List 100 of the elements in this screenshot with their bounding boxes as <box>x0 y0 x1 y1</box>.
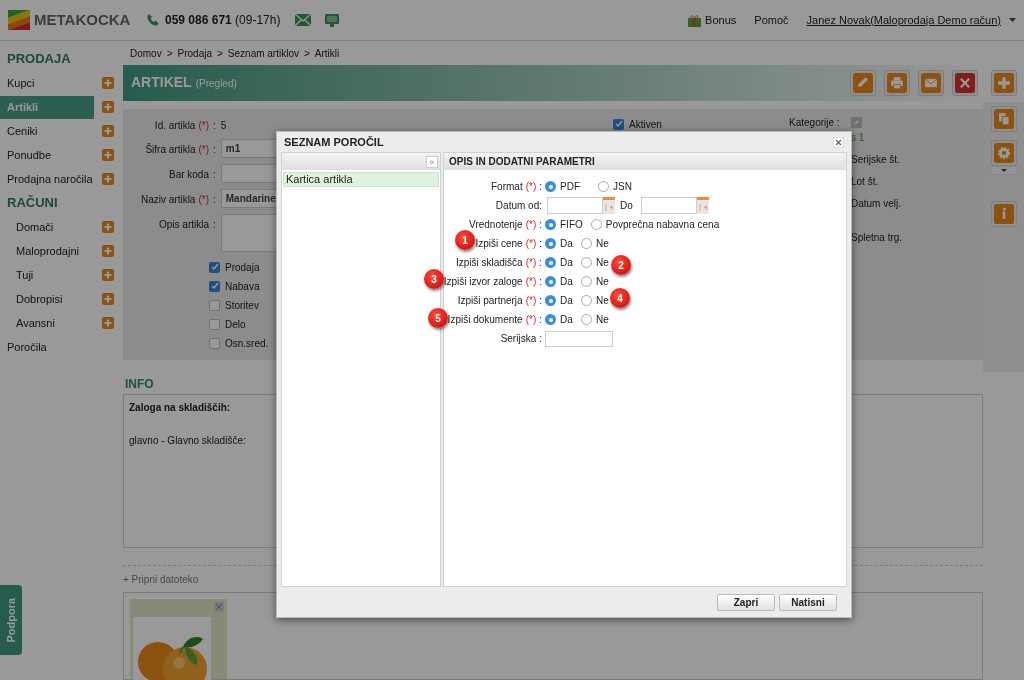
field-label: Kategorije : <box>789 115 841 130</box>
breadcrumb-link[interactable]: Artikli <box>314 45 340 61</box>
edit-icon[interactable] <box>851 116 862 128</box>
checkbox[interactable] <box>209 280 220 292</box>
sidebar-item[interactable]: Tuji <box>0 263 94 287</box>
field-label: Datum velj. <box>851 196 902 211</box>
checkbox[interactable] <box>209 337 220 349</box>
add-icon[interactable] <box>102 269 114 281</box>
radio-label: FIFO <box>560 218 583 232</box>
sidebar-item[interactable]: Domači <box>0 215 94 239</box>
sidebar-item[interactable]: Ceniki <box>0 119 94 143</box>
copy-button[interactable] <box>990 106 1017 132</box>
radio-button[interactable] <box>545 314 556 325</box>
field-label: Vrednotenje <box>469 218 523 232</box>
dialog-button[interactable]: Natisni <box>779 593 837 611</box>
radio-button[interactable] <box>581 257 592 268</box>
breadcrumb-separator: > <box>304 46 310 61</box>
date-field[interactable] <box>640 197 697 214</box>
sidebar-heading: RAČUNI <box>6 194 59 213</box>
checkbox[interactable] <box>209 299 220 311</box>
delete-button[interactable] <box>952 69 978 96</box>
add-icon[interactable] <box>102 245 114 257</box>
breadcrumb-link[interactable]: Prodaja <box>177 45 212 61</box>
field-label: Opis artikla <box>159 217 209 232</box>
edit-button[interactable] <box>850 69 876 96</box>
required-mark: (*) <box>525 218 537 232</box>
radio-button[interactable] <box>545 276 556 287</box>
field-label: Do <box>620 199 633 213</box>
radio-button[interactable] <box>545 181 556 192</box>
required-mark: (*) <box>198 118 209 133</box>
bonus-link[interactable]: Bonus <box>705 11 737 29</box>
checkbox[interactable] <box>209 261 220 273</box>
colon: : <box>539 256 542 270</box>
field-label: Bar koda <box>168 167 209 182</box>
add-icon[interactable] <box>102 149 114 161</box>
radio-button[interactable] <box>545 295 556 306</box>
caret-icon[interactable] <box>1009 18 1016 22</box>
calendar-icon[interactable] <box>603 197 615 214</box>
required-mark: (*) <box>525 294 537 308</box>
radio-label: Da <box>560 256 573 270</box>
radio-label: PDF <box>560 180 580 194</box>
breadcrumb-link[interactable]: Domov <box>130 45 162 61</box>
colon: : <box>213 142 216 157</box>
logo-icon[interactable] <box>8 10 30 30</box>
field-label: Lot št. <box>851 174 880 189</box>
sidebar-item[interactable]: Kupci <box>0 71 94 95</box>
colon: : <box>539 237 542 251</box>
radio-label: Da <box>560 313 573 327</box>
sidebar-item[interactable]: Avansni <box>0 311 94 335</box>
add-icon[interactable] <box>102 293 114 305</box>
input-field[interactable] <box>545 330 613 347</box>
help-link[interactable]: Pomoč <box>754 11 789 29</box>
radio-button[interactable] <box>590 219 602 230</box>
radio-button[interactable] <box>581 276 592 287</box>
date-field[interactable] <box>547 197 603 214</box>
report-item[interactable]: Kartica artikla <box>283 172 439 187</box>
radio-button[interactable] <box>545 238 556 249</box>
add-icon[interactable] <box>102 317 114 329</box>
collapse-button[interactable]: « <box>426 155 438 168</box>
sidebar-item[interactable]: Ponudbe <box>0 143 94 167</box>
info-button[interactable] <box>990 201 1017 227</box>
mail-icon[interactable] <box>295 14 312 26</box>
add-icon[interactable] <box>102 173 114 185</box>
checkbox[interactable] <box>613 118 624 130</box>
field-label: Serijska <box>500 332 537 346</box>
field-label: Id. artikla <box>154 118 196 133</box>
add-icon[interactable] <box>102 125 114 137</box>
monitor-icon[interactable] <box>325 13 340 27</box>
sidebar-item[interactable]: Maloprodajni <box>0 239 94 263</box>
field-label: Izpiši skladišča <box>455 256 523 270</box>
dropdown-icon[interactable] <box>989 166 1018 175</box>
dialog-button[interactable]: Zapri <box>717 593 775 611</box>
radio-button[interactable] <box>545 219 556 230</box>
settings-button[interactable] <box>990 140 1017 166</box>
radio-button[interactable] <box>581 314 592 325</box>
radio-button[interactable] <box>598 181 609 192</box>
email-button[interactable] <box>918 69 944 96</box>
radio-button[interactable] <box>545 257 556 268</box>
checkbox[interactable] <box>209 318 220 330</box>
sidebar-item[interactable]: Dobropisi <box>0 287 94 311</box>
sidebar-heading: PRODAJA <box>6 50 72 69</box>
field-label: Spletna trg. <box>851 230 903 245</box>
radio-button[interactable] <box>581 238 592 249</box>
add-icon[interactable] <box>102 77 114 89</box>
user-link[interactable]: Janez Novak(Maloprodaja Demo račun) <box>806 11 1001 29</box>
field-label: Format <box>491 180 523 194</box>
add-icon[interactable] <box>102 221 114 233</box>
checkbox-label: Storitev <box>225 298 259 313</box>
logo-text[interactable]: METAKOCKA <box>34 8 129 32</box>
breadcrumb-separator: > <box>217 46 223 61</box>
sidebar-item[interactable]: Poročila <box>0 335 94 359</box>
breadcrumb-link[interactable]: Seznam artiklov <box>227 45 299 61</box>
add-icon[interactable] <box>102 101 114 113</box>
add-button[interactable] <box>990 70 1017 96</box>
field-label: Izpiši partnerja <box>457 294 523 308</box>
print-button[interactable] <box>884 69 910 96</box>
colon: : <box>539 218 542 232</box>
sidebar-item[interactable]: Prodajna naročila <box>0 167 94 191</box>
radio-button[interactable] <box>581 295 592 306</box>
close-icon[interactable] <box>833 136 844 148</box>
